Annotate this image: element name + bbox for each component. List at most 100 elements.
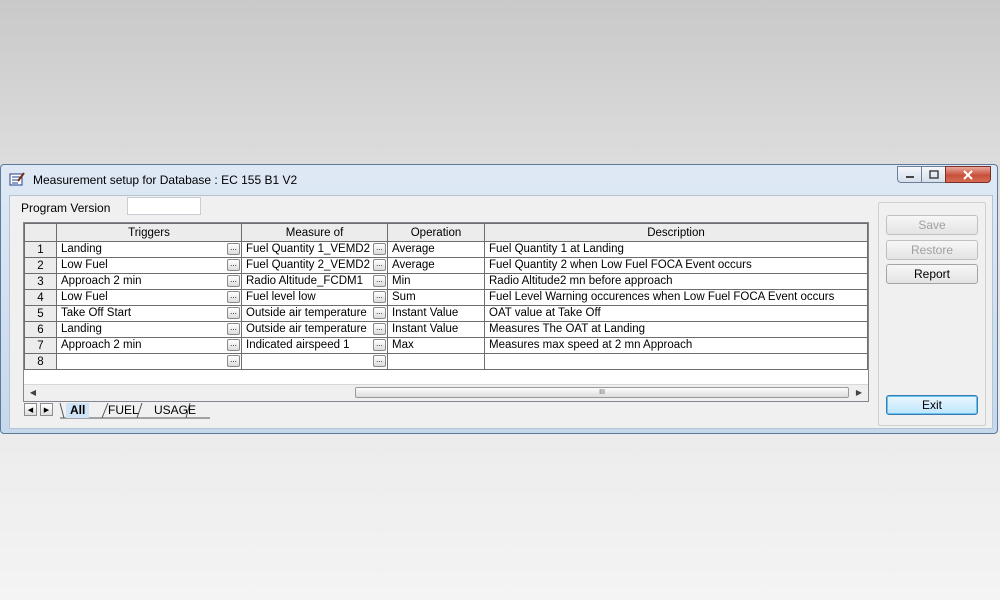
column-header-description[interactable]: Description (484, 223, 868, 242)
scroll-thumb[interactable]: III (355, 387, 849, 398)
trigger-ellipsis-button[interactable]: ... (227, 291, 240, 303)
measure-ellipsis-button[interactable]: ... (373, 259, 386, 271)
description-text: Measures The OAT at Landing (489, 323, 645, 336)
trigger-cell[interactable]: Landing... (56, 241, 242, 258)
description-cell[interactable]: Measures max speed at 2 mn Approach (484, 337, 868, 354)
operation-cell[interactable] (387, 353, 485, 370)
table-row[interactable]: 2 Low Fuel... Fuel Quantity 2_VEMD2... A… (24, 257, 868, 274)
table-row[interactable]: 7 Approach 2 min... Indicated airspeed 1… (24, 337, 868, 354)
measure-cell[interactable]: ... (241, 353, 388, 370)
trigger-cell[interactable]: Low Fuel... (56, 257, 242, 274)
operation-cell[interactable]: Max (387, 337, 485, 354)
table-row[interactable]: 6 Landing... Outside air temperature... … (24, 321, 868, 338)
trigger-text: Approach 2 min (61, 339, 142, 352)
trigger-ellipsis-button[interactable]: ... (227, 355, 240, 367)
trigger-ellipsis-button[interactable]: ... (227, 259, 240, 271)
trigger-text: Low Fuel (61, 291, 108, 304)
minimize-button[interactable] (897, 166, 922, 183)
tab-usage[interactable]: USAGE (150, 403, 200, 418)
description-cell[interactable]: Measures The OAT at Landing (484, 321, 868, 338)
table-header-row: Triggers Measure of Operation Descriptio… (24, 223, 868, 242)
measure-ellipsis-button[interactable]: ... (373, 275, 386, 287)
trigger-cell[interactable]: ... (56, 353, 242, 370)
column-header-operation[interactable]: Operation (387, 223, 485, 242)
measure-cell[interactable]: Outside air temperature... (241, 321, 388, 338)
trigger-text: Low Fuel (61, 259, 108, 272)
operation-cell[interactable]: Min (387, 273, 485, 290)
description-cell[interactable]: Fuel Level Warning occurences when Low F… (484, 289, 868, 306)
trigger-cell[interactable]: Low Fuel... (56, 289, 242, 306)
trigger-text: Landing (61, 243, 102, 256)
measure-cell[interactable]: Fuel level low... (241, 289, 388, 306)
trigger-ellipsis-button[interactable]: ... (227, 339, 240, 351)
operation-cell[interactable]: Instant Value (387, 321, 485, 338)
operation-text: Instant Value (392, 323, 459, 336)
operation-text: Min (392, 275, 411, 288)
measure-ellipsis-button[interactable]: ... (373, 355, 386, 367)
save-button[interactable]: Save (886, 215, 978, 235)
operation-cell[interactable]: Instant Value (387, 305, 485, 322)
trigger-cell[interactable]: Take Off Start... (56, 305, 242, 322)
description-text: Fuel Quantity 2 when Low Fuel FOCA Event… (489, 259, 752, 272)
horizontal-scrollbar[interactable]: ◀ III ▶ (24, 384, 868, 401)
trigger-cell[interactable]: Approach 2 min... (56, 273, 242, 290)
measure-ellipsis-button[interactable]: ... (373, 323, 386, 335)
description-cell[interactable]: Fuel Quantity 1 at Landing (484, 241, 868, 258)
operation-cell[interactable]: Average (387, 257, 485, 274)
table-row[interactable]: 4 Low Fuel... Fuel level low... Sum Fuel… (24, 289, 868, 306)
measure-cell[interactable]: Indicated airspeed 1... (241, 337, 388, 354)
button-panel (878, 202, 986, 426)
trigger-cell[interactable]: Approach 2 min... (56, 337, 242, 354)
measure-cell[interactable]: Outside air temperature... (241, 305, 388, 322)
operation-cell[interactable]: Average (387, 241, 485, 258)
tab-all[interactable]: All (66, 403, 90, 418)
measure-cell[interactable]: Fuel Quantity 1_VEMD2... (241, 241, 388, 258)
table-row[interactable]: 8 ... ... (24, 353, 868, 370)
description-cell[interactable]: Fuel Quantity 2 when Low Fuel FOCA Event… (484, 257, 868, 274)
trigger-text: Take Off Start (61, 307, 132, 320)
exit-button[interactable]: Exit (886, 395, 978, 415)
description-text: OAT value at Take Off (489, 307, 601, 320)
measure-ellipsis-button[interactable]: ... (373, 243, 386, 255)
sheet-tab-bar: ◀ ▶ All FUEL USAGE (24, 402, 870, 419)
scroll-right-icon[interactable]: ▶ (852, 387, 866, 399)
measure-text: Indicated airspeed 1 (246, 339, 350, 352)
scroll-left-icon[interactable]: ◀ (26, 387, 40, 399)
close-button[interactable] (945, 166, 991, 183)
measure-text: Fuel Quantity 2_VEMD2 (246, 259, 371, 272)
restore-button[interactable]: Restore (886, 240, 978, 260)
trigger-ellipsis-button[interactable]: ... (227, 307, 240, 319)
table-row[interactable]: 1 Landing... Fuel Quantity 1_VEMD2... Av… (24, 241, 868, 258)
description-text: Measures max speed at 2 mn Approach (489, 339, 693, 352)
measure-cell[interactable]: Fuel Quantity 2_VEMD2... (241, 257, 388, 274)
measure-ellipsis-button[interactable]: ... (373, 339, 386, 351)
title-bar[interactable]: Measurement setup for Database : EC 155 … (1, 165, 997, 193)
operation-cell[interactable]: Sum (387, 289, 485, 306)
trigger-ellipsis-button[interactable]: ... (227, 243, 240, 255)
measure-ellipsis-button[interactable]: ... (373, 307, 386, 319)
column-header-measure-of[interactable]: Measure of (241, 223, 388, 242)
table-row[interactable]: 3 Approach 2 min... Radio Altitude_FCDM1… (24, 273, 868, 290)
trigger-cell[interactable]: Landing... (56, 321, 242, 338)
row-number-header (24, 223, 57, 242)
trigger-ellipsis-button[interactable]: ... (227, 275, 240, 287)
report-button[interactable]: Report (886, 264, 978, 284)
trigger-ellipsis-button[interactable]: ... (227, 323, 240, 335)
operation-text: Average (392, 243, 435, 256)
measurement-setup-window: Measurement setup for Database : EC 155 … (0, 164, 998, 434)
description-cell[interactable] (484, 353, 868, 370)
table-row[interactable]: 5 Take Off Start... Outside air temperat… (24, 305, 868, 322)
minimize-icon (905, 175, 914, 178)
description-cell[interactable]: OAT value at Take Off (484, 305, 868, 322)
maximize-button[interactable] (921, 166, 946, 183)
program-version-input[interactable] (127, 197, 201, 215)
description-cell[interactable]: Radio Altitude2 mn before approach (484, 273, 868, 290)
tab-fuel[interactable]: FUEL (104, 403, 143, 418)
measure-ellipsis-button[interactable]: ... (373, 291, 386, 303)
measure-cell[interactable]: Radio Altitude_FCDM1... (241, 273, 388, 290)
column-header-triggers[interactable]: Triggers (56, 223, 242, 242)
trigger-text: Approach 2 min (61, 275, 142, 288)
client-area: Program Version Triggers Measure of Oper… (9, 195, 993, 429)
row-number: 2 (24, 257, 57, 274)
row-number: 4 (24, 289, 57, 306)
